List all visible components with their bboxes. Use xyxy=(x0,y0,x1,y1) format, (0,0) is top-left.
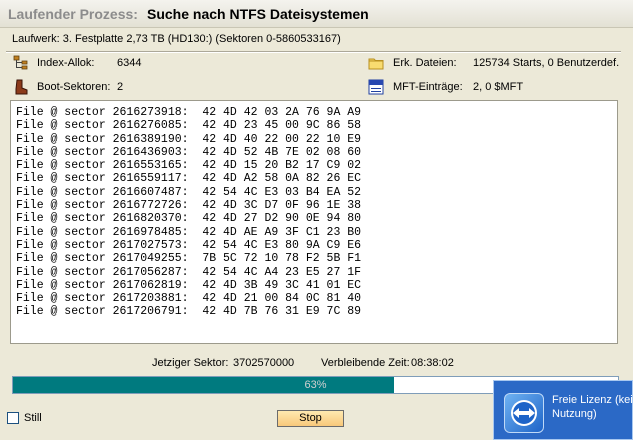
log-line: File @ sector 2616553165: 42 4D 15 20 B2… xyxy=(16,159,362,173)
current-sector-value: 3702570000 xyxy=(233,357,295,369)
file-icon xyxy=(368,79,384,95)
found-files-value: 125734 Starts, 0 Benutzerdef. xyxy=(473,57,620,69)
popup-line-2: Nutzung) xyxy=(552,408,597,420)
log-line: File @ sector 2616389190: 42 4D 40 22 00… xyxy=(16,132,362,146)
remaining-time-value: 08:38:02 xyxy=(411,357,454,369)
log-line: File @ sector 2616978485: 42 4D AE A9 3F… xyxy=(16,225,362,239)
stop-button[interactable]: Stop xyxy=(277,410,344,427)
folder-icon xyxy=(368,55,384,71)
license-popup[interactable]: Freie Lizenz (kein Nutzung) xyxy=(493,380,633,440)
popup-line-1: Freie Lizenz (kein xyxy=(552,394,632,406)
popup-text: Freie Lizenz (kein Nutzung) xyxy=(552,393,632,421)
log-line: File @ sector 2617203881: 42 4D 21 00 84… xyxy=(16,292,362,306)
index-alloc-label: Index-Allok: xyxy=(37,57,95,69)
window-title: Suche nach NTFS Dateisystemen xyxy=(147,6,369,22)
log-line: File @ sector 2616607487: 42 54 4C E3 03… xyxy=(16,185,362,199)
found-files-label: Erk. Dateien: xyxy=(393,57,457,69)
log-line: File @ sector 2617027573: 42 54 4C E3 80… xyxy=(16,238,362,252)
log-line: File @ sector 2616276085: 42 4D 23 45 00… xyxy=(16,119,362,133)
still-checkbox[interactable] xyxy=(7,412,19,424)
boot-sectors-value: 2 xyxy=(117,81,124,93)
title-bar: Laufender Prozess: Suche nach NTFS Datei… xyxy=(0,0,633,28)
log-line: File @ sector 2616559117: 42 4D A2 58 0A… xyxy=(16,172,362,186)
boot-sectors-label: Boot-Sektoren: xyxy=(37,81,111,93)
divider xyxy=(6,51,621,53)
log-line: File @ sector 2616820370: 42 4D 27 D2 90… xyxy=(16,212,362,226)
boot-icon xyxy=(13,79,29,95)
log-line: File @ sector 2616772726: 42 4D 3C D7 0F… xyxy=(16,199,362,213)
log-area[interactable]: File @ sector 2616273918: 42 4D 42 03 2A… xyxy=(10,100,618,344)
log-line: File @ sector 2616273918: 42 4D 42 03 2A… xyxy=(16,106,362,119)
teamviewer-logo-icon xyxy=(504,393,544,433)
log-line: File @ sector 2617056287: 42 54 4C A4 23… xyxy=(16,265,362,279)
current-sector-label: Jetziger Sektor: xyxy=(152,357,229,369)
mft-entries-label: MFT-Einträge: xyxy=(393,81,463,93)
log-line: File @ sector 2617206791: 42 4D 7B 76 31… xyxy=(16,305,362,319)
log-line: File @ sector 2617049255: 7B 5C 72 10 78… xyxy=(16,252,362,266)
still-label: Still xyxy=(24,412,42,424)
mft-entries-value: 2, 0 $MFT xyxy=(473,81,524,93)
drive-info: Laufwerk: 3. Festplatte 2,73 TB (HD130:)… xyxy=(12,33,341,45)
remaining-time-label: Verbleibende Zeit: xyxy=(321,357,410,369)
index-alloc-value: 6344 xyxy=(117,57,142,69)
log-line: File @ sector 2617062819: 42 4D 3B 49 3C… xyxy=(16,278,362,292)
tree-structure-icon xyxy=(13,55,29,71)
log-line: File @ sector 2616436903: 42 4D 52 4B 7E… xyxy=(16,145,362,159)
title-prefix: Laufender Prozess: xyxy=(8,6,138,22)
